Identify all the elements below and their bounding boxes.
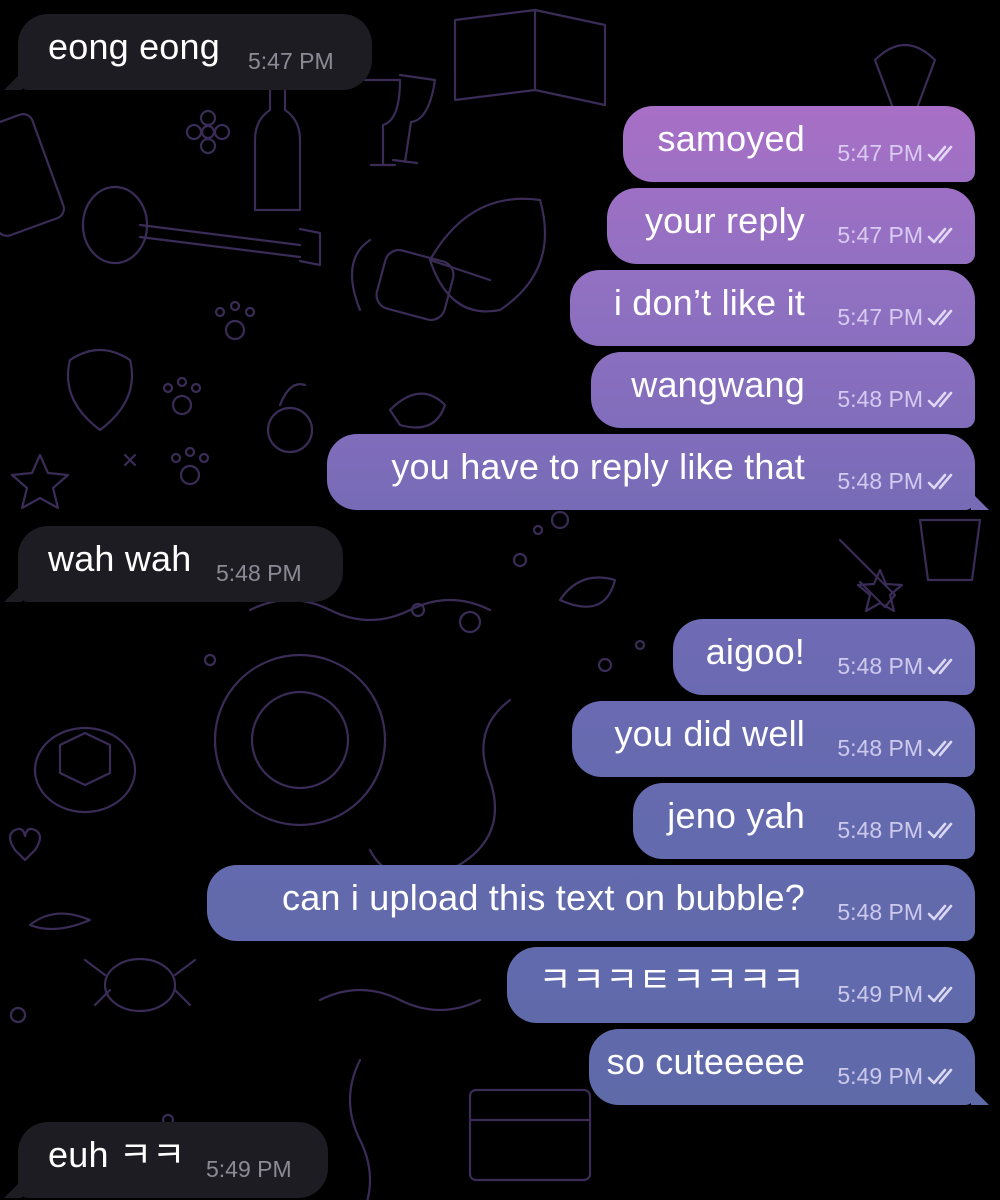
message-text: wah wah [48,538,192,579]
double-check-icon [927,822,953,839]
message-time: 5:48 PM [837,468,923,494]
message-meta: 5:49 PM [837,981,957,1007]
message-time: 5:47 PM [837,222,923,248]
double-check-icon [927,740,953,757]
message-time: 5:48 PM [837,817,923,843]
message-text: wangwang [631,364,805,405]
message-text: aigoo! [705,631,805,672]
double-check-icon [927,904,953,921]
double-check-icon [927,658,953,675]
message-time: 5:49 PM [837,1063,923,1089]
message-meta: 5:48 PM [837,468,957,494]
message-text: eong eong [48,26,220,67]
message-time: 5:49 PM [206,1156,292,1182]
message-meta: 5:48 PM [837,653,957,679]
message-text: samoyed [657,118,805,159]
message-text: your reply [644,200,805,241]
message-time: 5:49 PM [837,981,923,1007]
message-outgoing[interactable]: ㅋㅋㅋㅌㅋㅋㅋㅋ 5:49 PM [507,947,975,1023]
message-text: jeno yah [667,795,805,836]
message-meta: 5:49 PM [837,1063,957,1089]
message-text: ㅋㅋㅋㅌㅋㅋㅋㅋ [538,959,805,1000]
double-check-icon [927,391,953,408]
message-outgoing[interactable]: can i upload this text on bubble? 5:48 P… [207,865,975,941]
message-text: so cuteeeee [606,1041,805,1082]
message-time: 5:48 PM [837,899,923,925]
message-text: can i upload this text on bubble? [282,877,805,918]
message-outgoing[interactable]: so cuteeeee 5:49 PM [589,1029,989,1105]
message-incoming[interactable]: eong eong 5:47 PM [4,14,372,90]
message-text: i don’t like it [613,282,805,323]
message-outgoing[interactable]: you have to reply like that 5:48 PM [327,434,989,510]
message-outgoing[interactable]: you did well 5:48 PM [572,701,975,777]
message-time: 5:48 PM [216,560,302,586]
double-check-icon [927,473,953,490]
message-outgoing[interactable]: i don’t like it 5:47 PM [570,270,975,346]
message-meta: 5:47 PM [837,304,957,330]
message-time: 5:47 PM [837,304,923,330]
message-time: 5:47 PM [837,140,923,166]
message-incoming[interactable]: wah wah 5:48 PM [4,526,343,602]
double-check-icon [927,145,953,162]
message-meta: 5:48 PM [837,899,957,925]
message-text: you did well [614,713,805,754]
message-outgoing[interactable]: wangwang 5:48 PM [591,352,975,428]
message-time: 5:48 PM [837,653,923,679]
message-meta: 5:47 PM [837,140,957,166]
message-meta: 5:47 PM [837,222,957,248]
message-time: 5:47 PM [248,48,334,74]
message-meta: 5:48 PM [837,817,957,843]
message-incoming[interactable]: euh ㅋㅋ 5:49 PM [4,1122,328,1198]
message-time: 5:48 PM [837,386,923,412]
message-outgoing[interactable]: jeno yah 5:48 PM [633,783,975,859]
double-check-icon [927,1068,953,1085]
message-outgoing[interactable]: samoyed 5:47 PM [623,106,975,182]
message-outgoing[interactable]: aigoo! 5:48 PM [673,619,975,695]
message-text: euh ㅋㅋ [48,1134,186,1175]
message-meta: 5:48 PM [837,735,957,761]
double-check-icon [927,309,953,326]
message-meta: 5:48 PM [837,386,957,412]
message-text: you have to reply like that [391,446,805,487]
double-check-icon [927,227,953,244]
message-time: 5:48 PM [837,735,923,761]
double-check-icon [927,986,953,1003]
message-outgoing[interactable]: your reply 5:47 PM [607,188,975,264]
